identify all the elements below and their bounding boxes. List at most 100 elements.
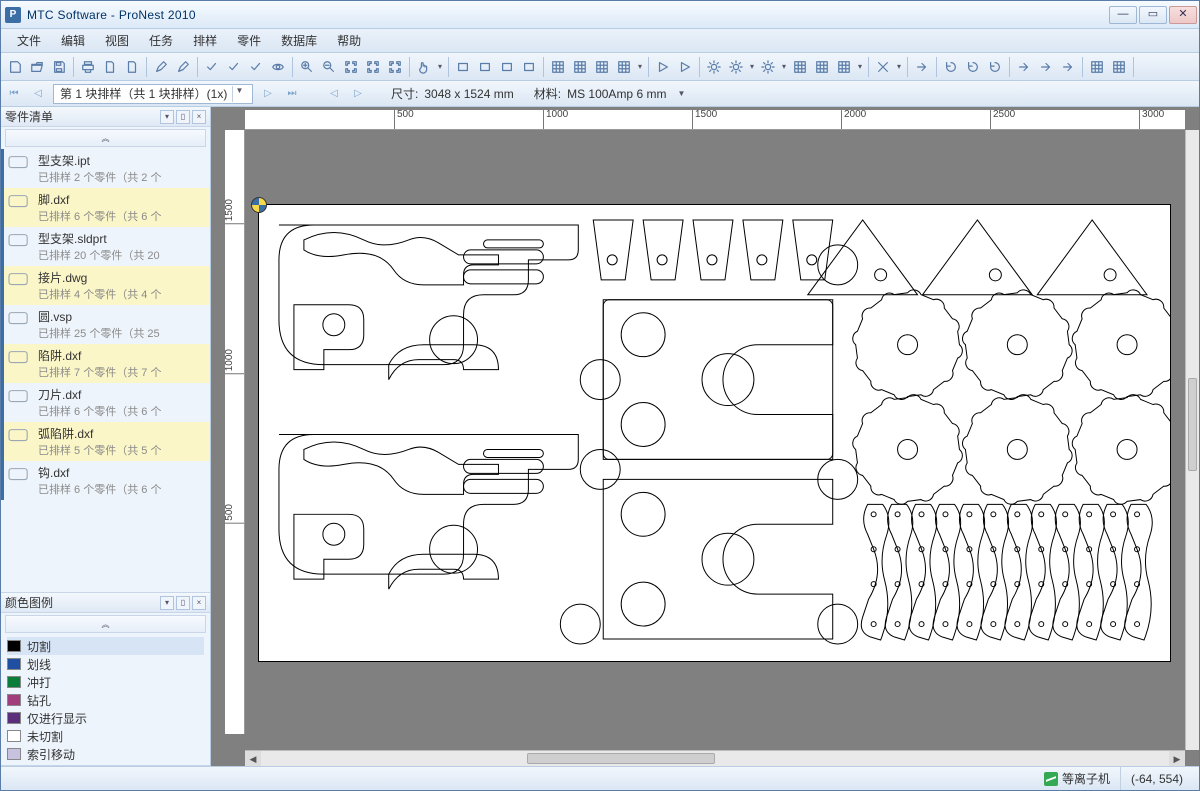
eye-button[interactable]: [268, 57, 288, 77]
part-item[interactable]: 刀片.dxf 已排样 6 个零件（共 6 个: [1, 383, 210, 422]
box-button[interactable]: [519, 57, 539, 77]
material-dropdown-icon[interactable]: ▼: [672, 85, 690, 103]
part-status: 已排样 6 个零件（共 6 个: [38, 403, 206, 419]
panel-pin-button[interactable]: ▯: [176, 110, 190, 124]
gear-button[interactable]: [758, 57, 778, 77]
legend-item[interactable]: 未切割: [7, 727, 204, 745]
rot-button[interactable]: [963, 57, 983, 77]
grid-button[interactable]: [1087, 57, 1107, 77]
arrow-button[interactable]: [1014, 57, 1034, 77]
menu-数据库[interactable]: 数据库: [271, 29, 327, 52]
page-button[interactable]: [100, 57, 120, 77]
panel-close-button[interactable]: ×: [192, 110, 206, 124]
box-button[interactable]: [497, 57, 517, 77]
part-name: 陷阱.dxf: [38, 347, 206, 364]
play-button[interactable]: [675, 57, 695, 77]
part-name: 圆.vsp: [38, 308, 206, 325]
panel-menu-button[interactable]: ▾: [160, 110, 174, 124]
check-button[interactable]: [202, 57, 222, 77]
gear-button[interactable]: [704, 57, 724, 77]
rot-button[interactable]: [985, 57, 1005, 77]
part-icon: [6, 308, 32, 330]
part-item[interactable]: 钩.dxf 已排样 6 个零件（共 6 个: [1, 461, 210, 500]
zoomout-button[interactable]: [319, 57, 339, 77]
menu-帮助[interactable]: 帮助: [327, 29, 371, 52]
window-title: MTC Software - ProNest 2010: [27, 8, 1109, 22]
part-item[interactable]: 陷阱.dxf 已排样 7 个零件（共 7 个: [1, 344, 210, 383]
view-next-button[interactable]: ▷: [349, 85, 367, 103]
save-button[interactable]: [49, 57, 69, 77]
part-item[interactable]: 圆.vsp 已排样 25 个零件（共 25: [1, 305, 210, 344]
arrow-button[interactable]: [912, 57, 932, 77]
vertical-scrollbar[interactable]: [1185, 130, 1199, 750]
gear-button[interactable]: [726, 57, 746, 77]
parts-collapser[interactable]: ︽: [5, 129, 206, 147]
menu-任务[interactable]: 任务: [139, 29, 183, 52]
menubar: 文件编辑视图任务排样零件数据库帮助: [1, 29, 1199, 53]
minimize-button[interactable]: —: [1109, 6, 1137, 24]
play-button[interactable]: [653, 57, 673, 77]
grid-button[interactable]: [614, 57, 634, 77]
new-button[interactable]: [5, 57, 25, 77]
check-button[interactable]: [224, 57, 244, 77]
view-prev-button[interactable]: ◁: [325, 85, 343, 103]
open-button[interactable]: [27, 57, 47, 77]
menu-编辑[interactable]: 编辑: [51, 29, 95, 52]
arrow-button[interactable]: [1058, 57, 1078, 77]
arrow-button[interactable]: [1036, 57, 1056, 77]
nest-last-button[interactable]: ⏭: [283, 85, 301, 103]
legend-item[interactable]: 划线: [7, 655, 204, 673]
menu-排样[interactable]: 排样: [183, 29, 227, 52]
print-button[interactable]: [78, 57, 98, 77]
nest-navbar: ⏮ ◁ 第 1 块排样（共 1 块排样）(1x) ▼ ▷ ⏭ ◁ ▷ 尺寸: 3…: [1, 81, 1199, 107]
check-button[interactable]: [246, 57, 266, 77]
hand-button[interactable]: [414, 57, 434, 77]
legend-item[interactable]: 切割: [7, 637, 204, 655]
legend-collapser[interactable]: ︽: [5, 615, 206, 633]
grid-button[interactable]: [548, 57, 568, 77]
zoomfit-button[interactable]: [385, 57, 405, 77]
page-button[interactable]: [122, 57, 142, 77]
nest-prev-button[interactable]: ◁: [29, 85, 47, 103]
part-item[interactable]: 脚.dxf 已排样 6 个零件（共 6 个: [1, 188, 210, 227]
legend-item[interactable]: 仅进行显示: [7, 709, 204, 727]
menu-文件[interactable]: 文件: [7, 29, 51, 52]
menu-零件[interactable]: 零件: [227, 29, 271, 52]
menu-视图[interactable]: 视图: [95, 29, 139, 52]
part-item[interactable]: 型支架.sldprt 已排样 20 个零件（共 20: [1, 227, 210, 266]
zoomfit-button[interactable]: [363, 57, 383, 77]
box-button[interactable]: [475, 57, 495, 77]
horizontal-scrollbar[interactable]: ◀▶: [245, 750, 1185, 766]
grid-button[interactable]: [1109, 57, 1129, 77]
part-item[interactable]: 弧陷阱.dxf 已排样 5 个零件（共 5 个: [1, 422, 210, 461]
nest-viewport[interactable]: [245, 130, 1185, 750]
pencil-button[interactable]: [151, 57, 171, 77]
maximize-button[interactable]: ▭: [1139, 6, 1167, 24]
nest-next-button[interactable]: ▷: [259, 85, 277, 103]
pencil-button[interactable]: [173, 57, 193, 77]
nest-first-button[interactable]: ⏮: [5, 85, 23, 103]
grid-button[interactable]: [812, 57, 832, 77]
legend-item[interactable]: 索引移动: [7, 745, 204, 763]
part-item[interactable]: 接片.dwg 已排样 4 个零件（共 4 个: [1, 266, 210, 305]
close-button[interactable]: ✕: [1169, 6, 1197, 24]
grid-button[interactable]: [834, 57, 854, 77]
panel-pin-button[interactable]: ▯: [176, 596, 190, 610]
nest-selector[interactable]: 第 1 块排样（共 1 块排样）(1x) ▼: [53, 84, 253, 104]
panel-close-button[interactable]: ×: [192, 596, 206, 610]
zoomin-button[interactable]: [297, 57, 317, 77]
grid-button[interactable]: [592, 57, 612, 77]
grid-button[interactable]: [570, 57, 590, 77]
rot-button[interactable]: [941, 57, 961, 77]
legend-item[interactable]: 钻孔: [7, 691, 204, 709]
part-status: 已排样 7 个零件（共 7 个: [38, 364, 206, 380]
legend-item[interactable]: 冲打: [7, 673, 204, 691]
panel-menu-button[interactable]: ▾: [160, 596, 174, 610]
x-button[interactable]: [873, 57, 893, 77]
part-name: 型支架.ipt: [38, 152, 206, 169]
part-item[interactable]: 型支架.ipt 已排样 2 个零件（共 2 个: [1, 149, 210, 188]
box-button[interactable]: [453, 57, 473, 77]
grid-button[interactable]: [790, 57, 810, 77]
zoomfit-button[interactable]: [341, 57, 361, 77]
part-icon: [6, 152, 32, 174]
